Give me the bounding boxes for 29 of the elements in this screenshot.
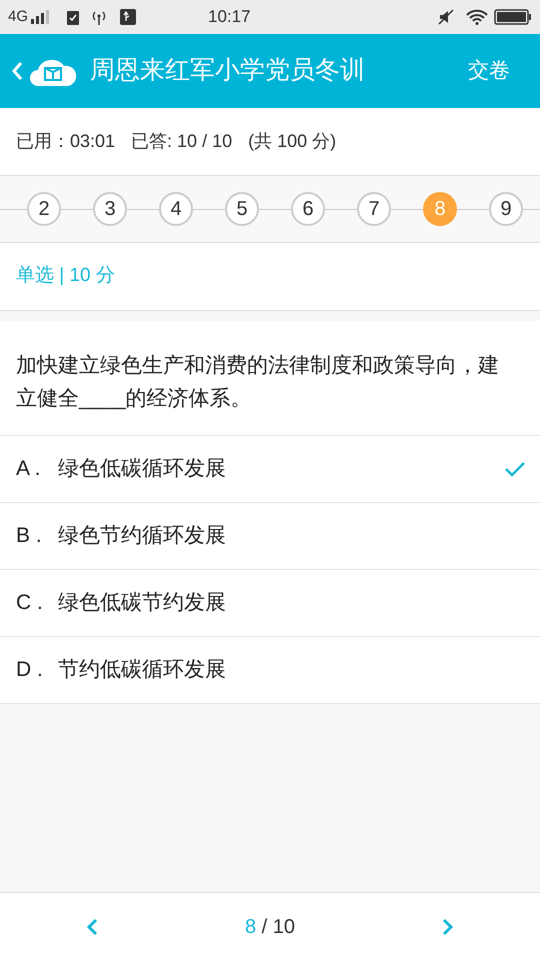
total-score: (共 100 分) [248, 130, 336, 153]
chevron-left-icon [86, 918, 98, 936]
answer-option[interactable]: D . 节约低碳循环发展 [0, 637, 540, 704]
wifi-icon [466, 9, 488, 25]
chevron-right-icon [442, 918, 454, 936]
clipboard-icon [66, 9, 80, 25]
question-number[interactable]: 2 [27, 192, 61, 226]
question-number[interactable]: 9 [489, 192, 523, 226]
question-number[interactable]: 7 [357, 192, 391, 226]
question-number[interactable]: 3 [93, 192, 127, 226]
answer-option[interactable]: C . 绿色低碳节约发展 [0, 570, 540, 637]
answer-option[interactable]: B . 绿色节约循环发展 [0, 503, 540, 570]
question-number[interactable]: 5 [225, 192, 259, 226]
back-icon [10, 60, 24, 82]
network-label: 4G [8, 6, 28, 27]
question-type: 单选 | 10 分 [16, 264, 115, 288]
question-number[interactable]: 6 [291, 192, 325, 226]
answered-count: 已答: 10 / 10 [131, 130, 232, 153]
elapsed-time: 已用：03:01 [16, 130, 116, 153]
answer-option[interactable]: A . 绿色低碳循环发展 [0, 436, 540, 503]
clock-time: 10:17 [208, 6, 251, 28]
question-number[interactable]: 4 [159, 192, 193, 226]
mute-icon [438, 9, 454, 25]
current-page: 8 [244, 916, 256, 938]
page-title: 周恩来红军小学党员冬训 [90, 55, 365, 86]
question-text: 加快建立绿色生产和消费的法律制度和政策导向，建立健全____的经济体系。 [16, 353, 500, 412]
usb-icon [120, 9, 136, 25]
page-total: / 10 [262, 916, 296, 938]
battery-icon [494, 9, 532, 25]
